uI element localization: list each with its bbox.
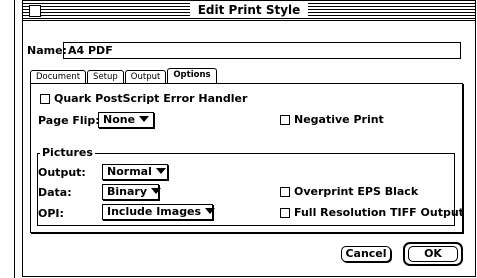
error-handler-checkbox[interactable] [40,94,50,104]
data-label: Data: [38,186,72,199]
full-res-checkbox[interactable] [280,208,290,218]
negative-print-label: Negative Print [294,113,384,126]
opi-popup[interactable]: Include Images [102,204,216,220]
chevron-down-icon [155,168,166,174]
full-res-label: Full Resolution TIFF Output [294,206,464,219]
tab-setup[interactable]: Setup [87,70,124,84]
output-popup[interactable]: Normal [102,164,168,180]
background-window-edge [0,0,15,278]
error-handler-label: Quark PostScript Error Handler [54,92,248,105]
overprint-label: Overprint EPS Black [294,185,419,198]
pictures-group-label: Pictures [40,146,95,160]
data-popup[interactable]: Binary [102,184,162,200]
opi-label: OPI: [38,207,64,220]
page-flip-value: None [103,113,136,126]
ok-button[interactable]: OK [408,246,458,262]
name-input[interactable]: A4 PDF [63,42,461,59]
output-value: Normal [107,165,152,178]
chevron-down-icon [151,188,162,194]
overprint-checkbox[interactable] [280,187,290,197]
tab-document[interactable]: Document [30,70,87,84]
data-value: Binary [107,185,148,198]
title-bar[interactable]: Edit Print Style [23,1,475,21]
chevron-down-icon [139,116,150,122]
dialog-title: Edit Print Style [23,1,475,20]
opi-value: Include Images [107,205,202,218]
page-flip-popup[interactable]: None [98,112,154,128]
tab-bar: Document Setup Output Options [30,68,218,84]
chevron-down-icon [205,208,216,214]
name-label: Name: [27,44,67,57]
tab-output[interactable]: Output [124,70,167,84]
negative-print-checkbox[interactable] [280,115,290,125]
page-flip-label: Page Flip: [38,114,100,127]
tab-options[interactable]: Options [167,68,217,84]
output-label: Output: [38,166,86,179]
cancel-button[interactable]: Cancel [341,246,391,262]
